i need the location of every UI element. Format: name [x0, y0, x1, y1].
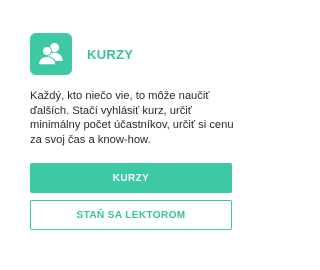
card-title: KURZY: [87, 46, 134, 62]
courses-button[interactable]: KURZY: [30, 163, 232, 193]
card-header: KURZY: [30, 32, 230, 76]
courses-card: KURZY Každý, kto niečo vie, to môže nauč…: [30, 32, 234, 230]
card-description: Každý, kto niečo vie, to môže naučiť ďal…: [30, 90, 234, 146]
become-lecturer-button[interactable]: STAŇ SA LEKTOROM: [30, 200, 232, 230]
people-icon: [30, 33, 72, 75]
